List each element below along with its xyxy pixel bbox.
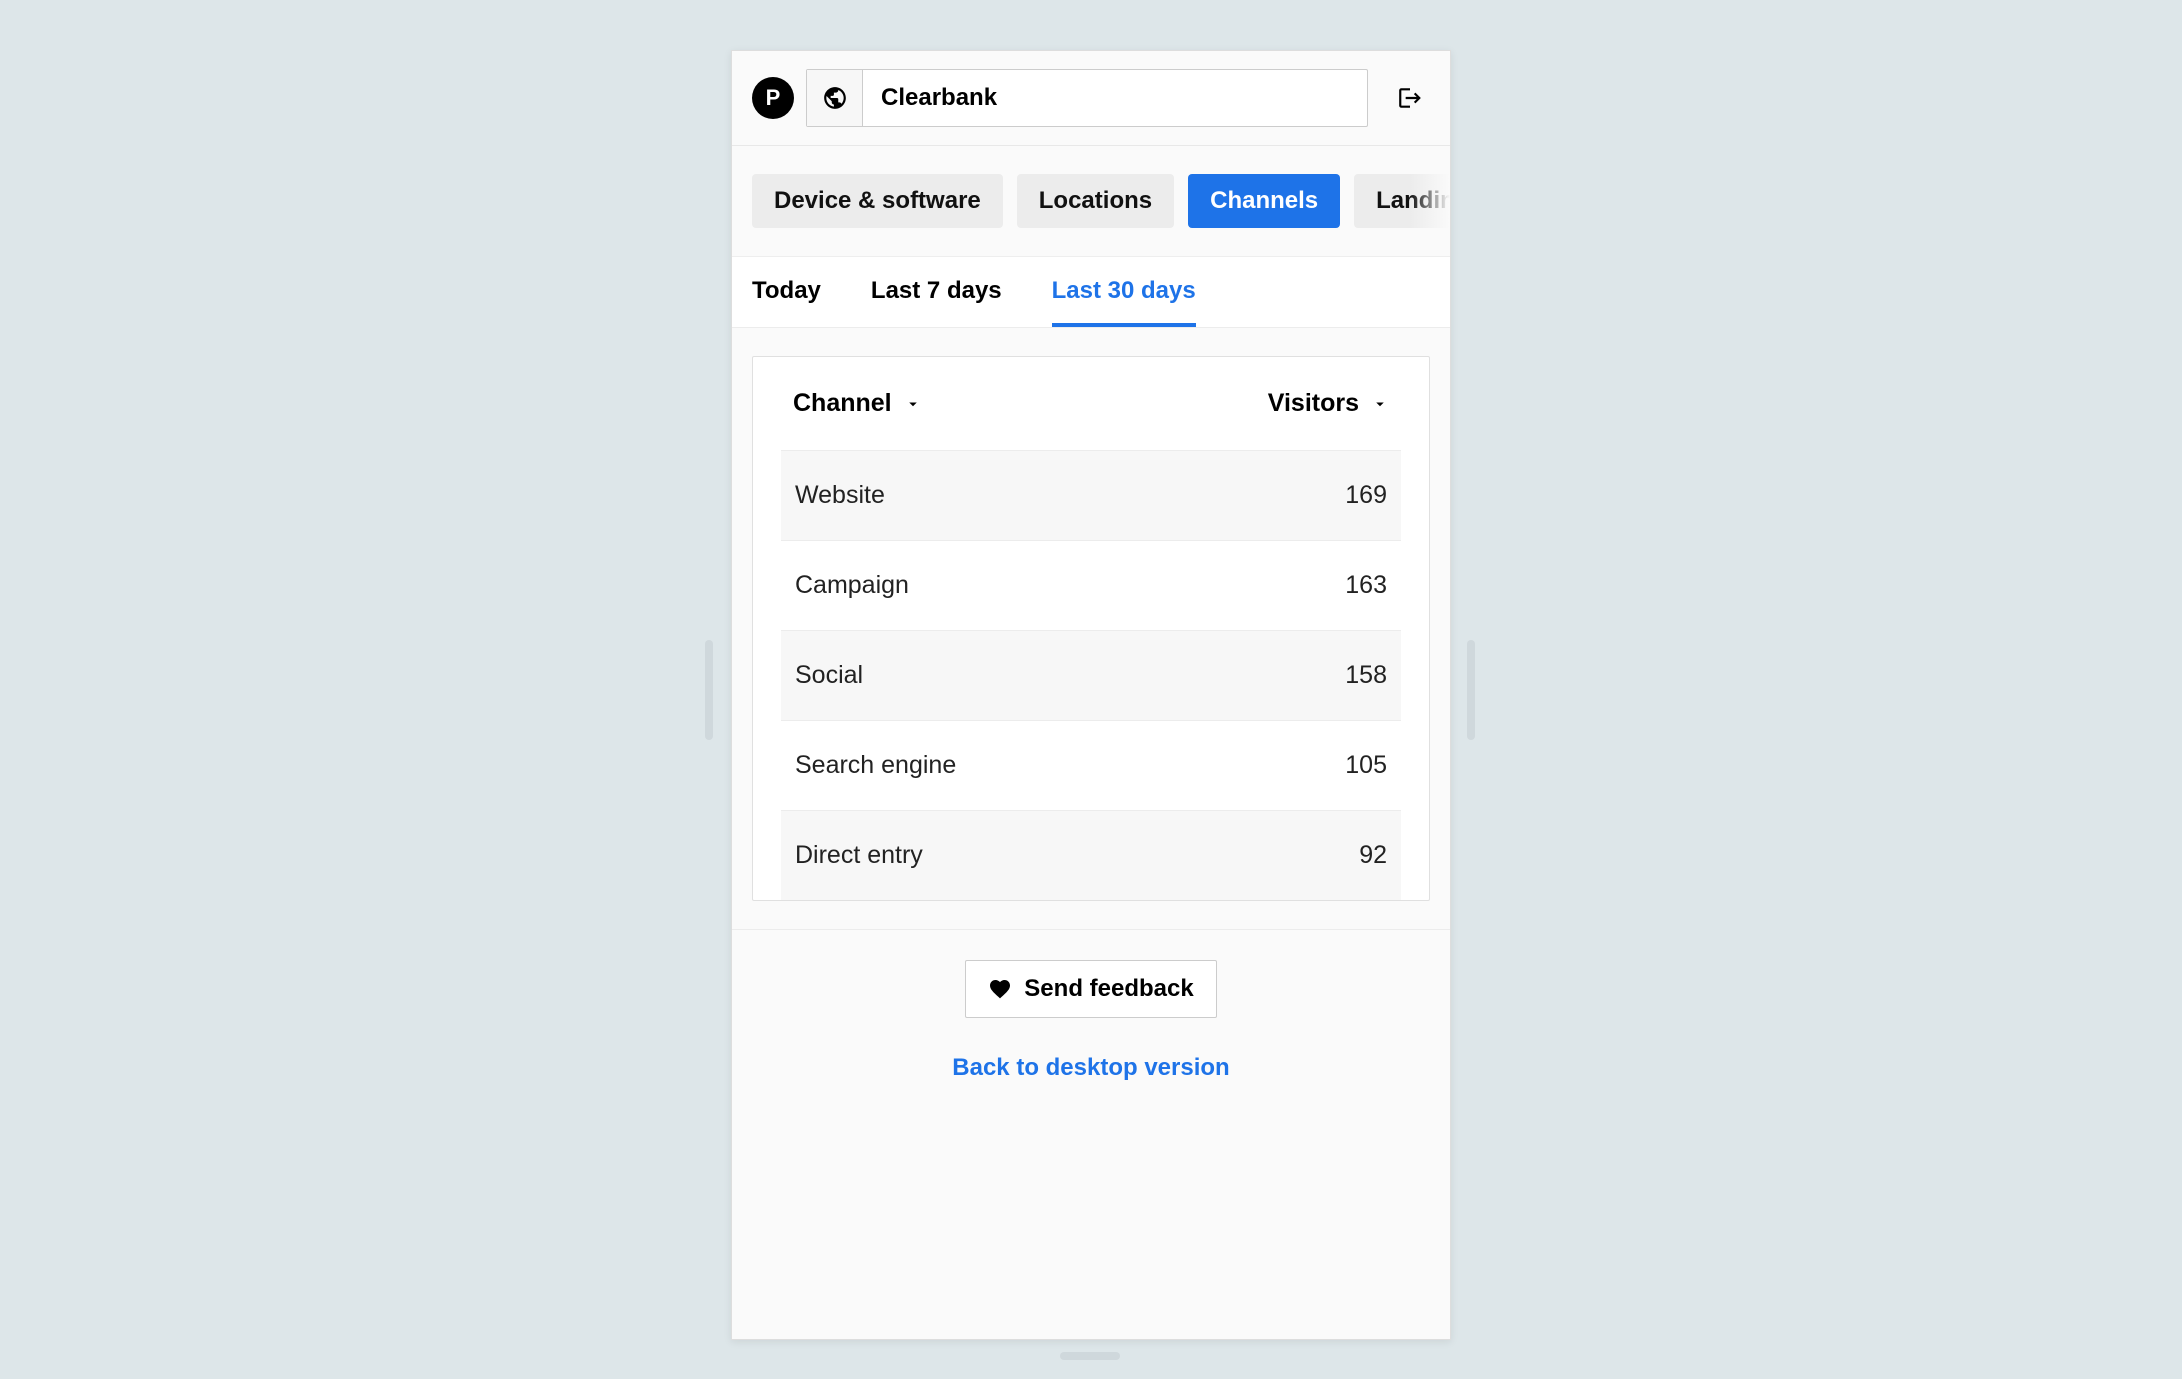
row-label: Search engine <box>795 751 956 780</box>
table-row: Social 158 <box>781 630 1401 720</box>
content-area: Channel Visitors Website 169 <box>732 328 1450 929</box>
back-to-desktop-link[interactable]: Back to desktop version <box>752 1054 1430 1082</box>
row-value: 158 <box>1345 661 1387 690</box>
category-tabs: Device & software Locations Channels Lan… <box>732 146 1450 257</box>
logout-icon <box>1397 85 1423 111</box>
logo-letter: P <box>766 85 781 111</box>
row-value: 92 <box>1359 841 1387 870</box>
row-label: Website <box>795 481 885 510</box>
row-label: Campaign <box>795 571 909 600</box>
heart-icon <box>988 977 1012 1001</box>
site-name: Clearbank <box>863 84 1015 112</box>
column-visitors-header[interactable]: Visitors <box>1268 389 1389 418</box>
table-body: Website 169 Campaign 163 Social 158 Sear… <box>753 450 1429 900</box>
chevron-down-icon <box>904 395 922 413</box>
table-row: Website 169 <box>781 450 1401 540</box>
table-row: Campaign 163 <box>781 540 1401 630</box>
tab-locations[interactable]: Locations <box>1017 174 1174 228</box>
resize-handle-right[interactable] <box>1467 640 1475 740</box>
date-range-tabs: Today Last 7 days Last 30 days <box>732 257 1450 328</box>
table-header: Channel Visitors <box>753 357 1429 450</box>
date-tab-last-7-days[interactable]: Last 7 days <box>871 257 1002 327</box>
app-logo[interactable]: P <box>752 77 794 119</box>
logout-button[interactable] <box>1390 78 1430 118</box>
tab-channels[interactable]: Channels <box>1188 174 1340 228</box>
tab-landing-pages[interactable]: Landing pages <box>1354 174 1450 228</box>
date-tab-last-30-days[interactable]: Last 30 days <box>1052 257 1196 327</box>
topbar: P Clearbank <box>732 51 1450 146</box>
send-feedback-button[interactable]: Send feedback <box>965 960 1216 1018</box>
row-label: Social <box>795 661 863 690</box>
feedback-label: Send feedback <box>1024 975 1193 1003</box>
row-value: 105 <box>1345 751 1387 780</box>
table-row: Direct entry 92 <box>781 810 1401 900</box>
column-visitors-label: Visitors <box>1268 389 1359 418</box>
date-tab-today[interactable]: Today <box>752 257 821 327</box>
table-row: Search engine 105 <box>781 720 1401 810</box>
globe-icon <box>807 70 863 126</box>
column-channel-label: Channel <box>793 389 892 418</box>
channels-card: Channel Visitors Website 169 <box>752 356 1430 901</box>
resize-handle-bottom[interactable] <box>1060 1352 1120 1360</box>
resize-handle-left[interactable] <box>705 640 713 740</box>
footer: Send feedback Back to desktop version <box>732 929 1450 1122</box>
row-label: Direct entry <box>795 841 923 870</box>
app-frame: P Clearbank Device & software Locations … <box>731 50 1451 1340</box>
tab-device-software[interactable]: Device & software <box>752 174 1003 228</box>
row-value: 169 <box>1345 481 1387 510</box>
chevron-down-icon <box>1371 395 1389 413</box>
site-selector[interactable]: Clearbank <box>806 69 1368 127</box>
column-channel-header[interactable]: Channel <box>793 389 922 418</box>
row-value: 163 <box>1345 571 1387 600</box>
